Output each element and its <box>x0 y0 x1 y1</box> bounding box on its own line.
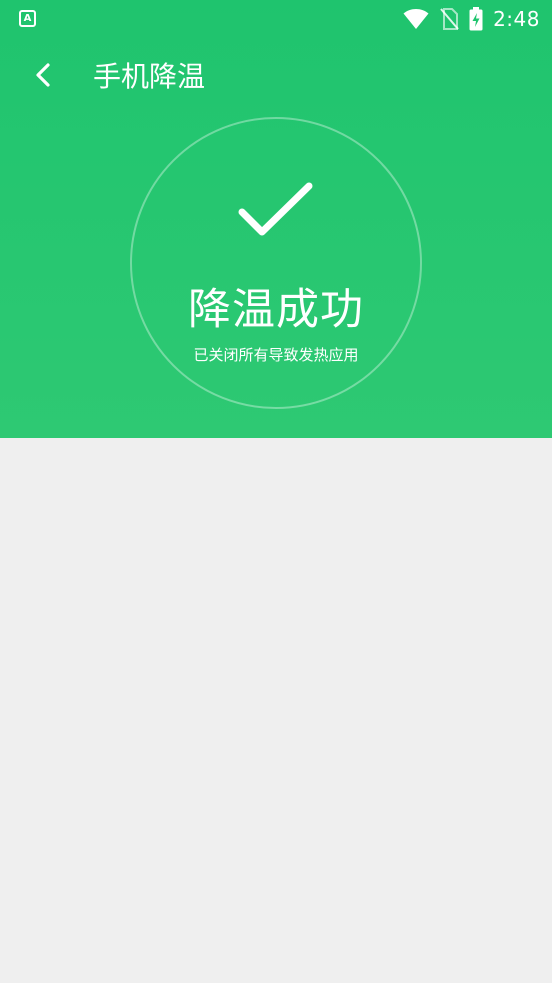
page-title: 手机降温 <box>93 60 206 93</box>
app-bar: 手机降温 <box>0 44 552 110</box>
checkmark-icon <box>236 180 316 242</box>
no-sim-icon <box>439 8 459 30</box>
back-button[interactable] <box>22 56 64 98</box>
result-title: 降温成功 <box>188 285 364 335</box>
status-time: 2:48 <box>493 7 540 31</box>
back-arrow-icon <box>33 62 53 92</box>
content-area <box>0 438 552 983</box>
result-subtitle: 已关闭所有导致发热应用 <box>193 346 359 364</box>
wifi-icon <box>403 8 429 30</box>
status-bar: A 2:48 <box>0 0 552 38</box>
status-icons: 2:48 <box>403 6 540 32</box>
battery-charging-icon <box>469 7 483 31</box>
app-notification-icon: A <box>19 10 36 27</box>
